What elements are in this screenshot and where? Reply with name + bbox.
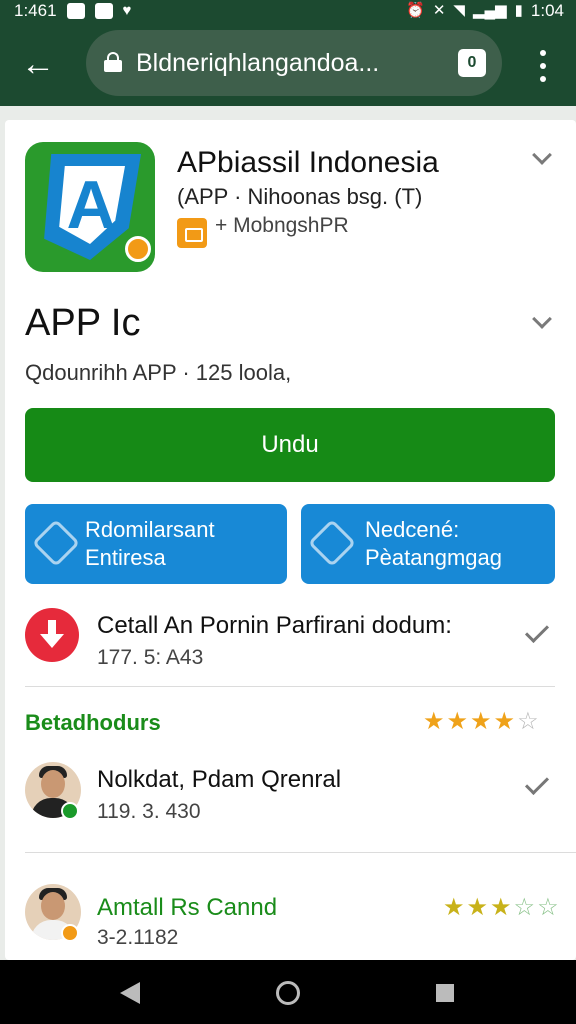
action-button-1-label: Rdomilarsant Entiresa bbox=[85, 517, 215, 570]
section-title: APP Ic bbox=[25, 302, 141, 344]
mute-icon: ✕ bbox=[432, 2, 446, 19]
action-button-2-label: Nedcené: Pèatangmgag bbox=[365, 517, 502, 570]
review-1-name[interactable]: Nolkdat, Pdam Qrenral bbox=[97, 766, 341, 794]
developer-name[interactable]: + MobngshPR bbox=[215, 214, 349, 238]
alarm-icon: ⏰ bbox=[406, 2, 425, 19]
chevron-down-icon[interactable] bbox=[532, 145, 552, 165]
divider bbox=[25, 686, 555, 687]
action-button-2[interactable]: Nedcené: Pèatangmgag bbox=[301, 504, 555, 584]
download-icon bbox=[25, 608, 79, 662]
lock-icon bbox=[104, 52, 122, 72]
wifi-icon: ◥ bbox=[453, 2, 465, 19]
star-icon: ★ bbox=[490, 894, 512, 921]
tab-switcher-button[interactable]: 0 bbox=[458, 49, 486, 77]
star-empty-icon: ☆ bbox=[537, 894, 559, 921]
star-icon: ★ bbox=[470, 708, 492, 735]
nav-home-icon[interactable] bbox=[276, 981, 300, 1005]
url-text[interactable]: Bldneriqhlangandoa... bbox=[136, 30, 436, 96]
image-icon bbox=[94, 3, 113, 19]
download-row-title[interactable]: Cetall An Pornin Parfirani dodum: bbox=[97, 612, 452, 640]
star-icon: ★ bbox=[443, 894, 465, 921]
rating-stars: ★ ★ ★ ★ ☆ bbox=[423, 710, 539, 734]
browser-toolbar: ← Bldneriqhlangandoa... 0 bbox=[0, 22, 576, 106]
status-time-left: 1:461 bbox=[14, 1, 57, 20]
app-card: A APbiassil Indonesia (APP · Nihoonas bs… bbox=[5, 120, 576, 960]
star-icon: ★ bbox=[423, 708, 445, 735]
status-left: 1:461 ♥ bbox=[14, 0, 131, 22]
checkmark-icon[interactable] bbox=[524, 618, 550, 644]
app-subtitle: (APP · Nihoonas bsg. (T) bbox=[177, 184, 423, 209]
nav-recents-icon[interactable] bbox=[436, 984, 454, 1002]
verified-badge-icon bbox=[61, 924, 79, 942]
battery-icon: ▮ bbox=[514, 2, 523, 19]
download-row-sub: 177. 5: A43 bbox=[97, 646, 204, 669]
nav-back-icon[interactable] bbox=[120, 982, 140, 1004]
star-icon: ★ bbox=[466, 894, 489, 921]
sparkle-icon bbox=[307, 518, 357, 568]
signal-icon: ▂▄▆ bbox=[472, 2, 507, 19]
review-2-sub: 3-2.1182 bbox=[97, 926, 179, 949]
action-button-1[interactable]: Rdomilarsant Entiresa bbox=[25, 504, 287, 584]
developer-icon bbox=[177, 218, 207, 248]
star-empty-icon: ☆ bbox=[517, 708, 539, 735]
section-chevron-down-icon[interactable] bbox=[532, 309, 552, 329]
app-title: APbiassil Indonesia bbox=[177, 146, 439, 179]
review-2-name[interactable]: Amtall Rs Cannd bbox=[97, 894, 277, 922]
system-nav-bar bbox=[0, 960, 576, 1024]
status-bar: 1:461 ♥ ⏰ ✕ ◥ ▂▄▆ ▮ 1:04 bbox=[0, 0, 576, 22]
back-arrow-icon[interactable]: ← bbox=[14, 42, 62, 86]
status-right: ⏰ ✕ ◥ ▂▄▆ ▮ 1:04 bbox=[406, 0, 564, 22]
verified-badge-icon bbox=[61, 802, 79, 820]
url-bar[interactable]: Bldneriqhlangandoa... 0 bbox=[86, 30, 502, 96]
star-icon: ★ bbox=[446, 708, 469, 735]
install-button[interactable]: Undu bbox=[25, 408, 555, 482]
checkmark-icon[interactable] bbox=[524, 770, 550, 796]
star-half-icon: ★ bbox=[493, 708, 516, 735]
review-2-stars: ★ ★ ★ ☆ ☆ bbox=[443, 896, 559, 920]
status-time-right: 1:04 bbox=[530, 1, 564, 20]
ratings-heading: Betadhodurs bbox=[25, 710, 161, 735]
overflow-menu-icon[interactable] bbox=[528, 44, 558, 88]
location-icon: ♥ bbox=[122, 2, 132, 19]
divider bbox=[25, 852, 576, 853]
notification-icon bbox=[66, 3, 85, 19]
review-1-sub: 119. 3. 430 bbox=[97, 800, 201, 823]
shield-icon bbox=[31, 518, 81, 568]
star-empty-icon: ☆ bbox=[513, 894, 536, 921]
section-meta: Qdounrihh APP · 125 loola, bbox=[25, 360, 292, 385]
app-logo-icon: A bbox=[25, 142, 155, 272]
